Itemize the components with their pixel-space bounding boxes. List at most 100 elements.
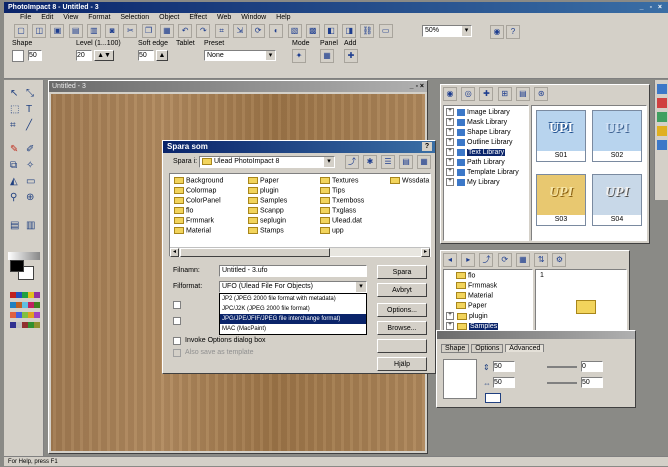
preview-swatch[interactable]: [485, 393, 501, 403]
layers-icon[interactable]: ▧: [287, 24, 302, 38]
palette-tree-icon[interactable]: ⊞: [497, 87, 512, 101]
cancel-button[interactable]: Avbryt: [377, 283, 427, 297]
soft-edge-slider-button[interactable]: ▲: [156, 50, 168, 61]
library-item[interactable]: + Image Library: [446, 108, 510, 116]
library-item[interactable]: + Outline Library: [446, 138, 513, 146]
folder-item[interactable]: Scanpp: [248, 207, 284, 214]
dock-icon-1[interactable]: [657, 84, 667, 94]
brush-value-1[interactable]: 50: [493, 361, 515, 372]
preview-icon[interactable]: ◙: [105, 24, 120, 38]
menu-selection[interactable]: Selection: [120, 14, 149, 21]
hidden-checkbox-2[interactable]: [173, 317, 181, 325]
folder-item[interactable]: Material: [174, 227, 211, 234]
cut-icon[interactable]: ✂: [123, 24, 138, 38]
open-icon[interactable]: ◫: [32, 24, 47, 38]
zoom-tool-icon[interactable]: ⊕: [26, 192, 38, 204]
library-item[interactable]: + Path Library: [446, 158, 505, 166]
print-icon[interactable]: ▥: [86, 24, 101, 38]
folder-tree-item[interactable]: flo: [456, 272, 475, 279]
level-field[interactable]: 20: [76, 50, 92, 61]
preset-select[interactable]: None ▾: [204, 50, 276, 61]
folder-tree-item-selected[interactable]: + Samples: [446, 322, 499, 330]
slider-track-1[interactable]: [547, 366, 577, 368]
zoom-select[interactable]: 50% ▾: [422, 25, 472, 37]
panel-toggle-icon[interactable]: ▦: [320, 49, 334, 63]
brush-value-3[interactable]: 0: [581, 361, 603, 372]
thumbnail-item[interactable]: UPI S01: [536, 110, 586, 162]
thumbnail-item[interactable]: UPI S03: [536, 174, 586, 226]
library-item[interactable]: + Mask Library: [446, 118, 507, 126]
link-icon[interactable]: ⛓: [360, 24, 375, 38]
web-icon[interactable]: ◉: [490, 25, 504, 39]
folder-item[interactable]: Ulead.dat: [320, 217, 362, 224]
retouch-tool-icon[interactable]: ✧: [26, 160, 38, 172]
save-icon[interactable]: ▣: [50, 24, 65, 38]
palette-row-3[interactable]: [10, 312, 40, 318]
menu-effect[interactable]: Effect: [189, 14, 207, 21]
folder-item[interactable]: Wssdata: [390, 177, 429, 184]
brush-value-4[interactable]: 50: [581, 377, 603, 388]
filetype-option[interactable]: MAC (MacPaint): [220, 324, 366, 334]
folder-tree[interactable]: flo Frmmask Material Paper + plugin + Samp…: [443, 269, 533, 337]
menu-window[interactable]: Window: [241, 14, 266, 21]
tab-advanced[interactable]: Advanced: [505, 344, 545, 352]
mode-icon[interactable]: ✦: [292, 49, 306, 63]
shape-field[interactable]: 50: [28, 50, 42, 61]
folder-item[interactable]: Background: [174, 177, 223, 184]
filetype-option[interactable]: JPC/J2K (JPEG 2000 file format): [220, 304, 366, 314]
tab-options[interactable]: Options: [471, 344, 504, 353]
browse-button[interactable]: Browse...: [377, 321, 427, 335]
folder-item[interactable]: seplugin: [248, 217, 286, 224]
folder-item[interactable]: Frmmark: [174, 217, 214, 224]
palette-row-2[interactable]: [10, 302, 40, 308]
scan-icon[interactable]: ▤: [68, 24, 83, 38]
palette-row-1[interactable]: [10, 292, 40, 298]
folder-item[interactable]: plugin: [248, 187, 279, 194]
dock-icon-3[interactable]: [657, 112, 667, 122]
file-list[interactable]: Background Colormap ColorPanel flo Frmma…: [169, 173, 431, 257]
folder-item[interactable]: Paper: [248, 177, 279, 184]
window-controls[interactable]: _ ▫ ×: [640, 2, 664, 13]
folder-contents[interactable]: 1: [535, 269, 627, 337]
filename-input[interactable]: Untitled - 3.ufo: [219, 265, 367, 277]
paste-icon[interactable]: ▦: [159, 24, 174, 38]
selection-tool-icon[interactable]: ⬚: [10, 104, 22, 116]
library-item[interactable]: + Shape Library: [446, 128, 511, 136]
document-window-controls[interactable]: _ ▫ ×: [410, 81, 424, 92]
folder-item[interactable]: Txemboss: [320, 197, 364, 204]
brush-shape-icon[interactable]: [12, 50, 24, 62]
filetype-option-selected[interactable]: JPG/JPE/JFIF/JPEG file interchange forma…: [220, 314, 366, 324]
panel-icon[interactable]: ◧: [323, 24, 338, 38]
folder-item[interactable]: Stamps: [248, 227, 284, 234]
help-pointer-icon[interactable]: ?: [506, 25, 520, 39]
menu-help[interactable]: Help: [276, 14, 290, 21]
menu-file[interactable]: File: [20, 14, 31, 21]
content-folder-icon[interactable]: [576, 300, 596, 314]
dock-icon-5[interactable]: [657, 140, 667, 150]
explorer-forward-icon[interactable]: ▸: [461, 253, 476, 267]
folder-tree-item[interactable]: Paper: [456, 302, 487, 309]
scroll-right-icon[interactable]: ▸: [421, 248, 430, 257]
line-tool-icon[interactable]: ╱: [26, 120, 38, 132]
rotate-icon[interactable]: ⟳: [251, 24, 266, 38]
file-list-scrollbar[interactable]: ◂ ▸: [170, 247, 430, 257]
crop-icon[interactable]: ⌗: [214, 24, 229, 38]
menu-object[interactable]: Object: [159, 14, 179, 21]
pick-tool-icon[interactable]: ↖: [10, 88, 22, 100]
thumbnail-item[interactable]: UPI S02: [592, 110, 642, 162]
library-item-selected[interactable]: + Text Library: [446, 148, 506, 156]
folder-item[interactable]: Txglass: [320, 207, 356, 214]
details-view-icon[interactable]: ▤: [399, 155, 413, 169]
folder-item[interactable]: Samples: [248, 197, 287, 204]
transform-tool-icon[interactable]: ⤡: [26, 88, 38, 100]
soft-edge-field[interactable]: 50: [138, 50, 154, 61]
redo-icon[interactable]: ↷: [196, 24, 211, 38]
menu-view[interactable]: View: [63, 14, 78, 21]
tab-shape[interactable]: Shape: [441, 344, 470, 353]
filetype-select[interactable]: UFO (Ulead File For Objects) ▾: [219, 281, 367, 293]
web-tool-icon[interactable]: ▤: [10, 220, 22, 232]
dock-icon-4[interactable]: [657, 126, 667, 136]
folder-tree-item[interactable]: + plugin: [446, 312, 488, 320]
invoke-options-checkbox[interactable]: [173, 337, 181, 345]
thumbnail-gallery[interactable]: UPI S01 UPI S02 UPI S03 UPI S04: [531, 105, 647, 241]
